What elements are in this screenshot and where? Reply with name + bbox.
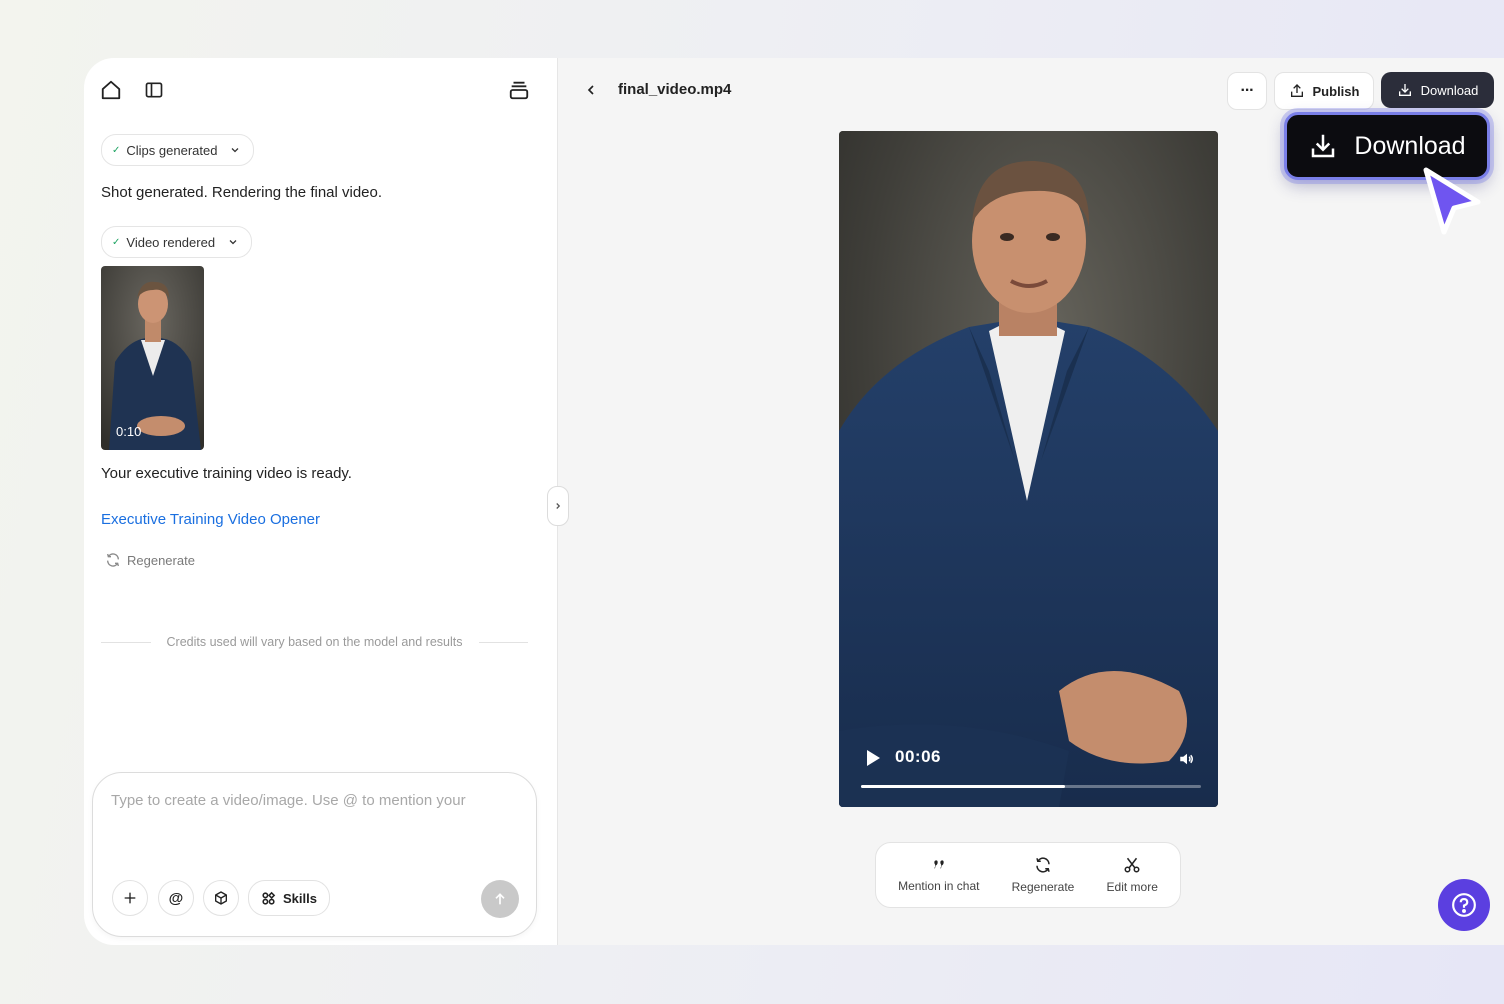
regenerate-video-button[interactable]: Regenerate — [1011, 856, 1075, 894]
download-icon — [1312, 134, 1335, 158]
composer: @ Skills — [92, 772, 537, 937]
video-thumbnail[interactable]: 0:10 — [101, 266, 204, 450]
share-upload-icon — [1290, 84, 1303, 97]
edit-more-button[interactable]: Edit more — [1107, 856, 1158, 894]
download-callout-label: Download — [1354, 131, 1466, 160]
mention-button[interactable]: @ — [158, 880, 194, 916]
chevron-left-icon — [587, 85, 594, 95]
publish-label: Publish — [1312, 83, 1360, 99]
check-icon: ✓ — [112, 144, 121, 156]
plus-icon — [124, 892, 136, 904]
edit-more-label: Edit more — [1106, 880, 1158, 894]
executive-training-link[interactable]: Executive Training Video Opener — [101, 511, 320, 528]
skills-button[interactable]: Skills — [248, 880, 330, 916]
panel-collapse-handle[interactable] — [547, 486, 569, 526]
more-horizontal-icon: ··· — [1240, 82, 1255, 99]
help-button[interactable] — [1438, 879, 1490, 931]
check-icon: ✓ — [112, 236, 121, 248]
model-select-button[interactable] — [203, 880, 239, 916]
chat-panel: ✓ Clips generated Shot generated. Render… — [84, 58, 558, 945]
prompt-input[interactable] — [109, 791, 513, 810]
mention-in-chat-label: Mention in chat — [898, 879, 980, 893]
play-button[interactable] — [865, 749, 881, 772]
volume-icon — [1180, 753, 1193, 765]
video-player[interactable]: 00:06 — [839, 131, 1218, 807]
chevron-down-icon — [229, 240, 237, 245]
question-mark-icon — [1452, 893, 1476, 917]
divider — [101, 641, 151, 643]
clips-generated-chip[interactable]: ✓ Clips generated — [101, 134, 255, 166]
regenerate-video-label: Regenerate — [1011, 880, 1075, 894]
history-stack-icon[interactable] — [505, 76, 533, 104]
home-icon[interactable] — [97, 76, 125, 104]
download-button[interactable]: Download — [1381, 72, 1494, 108]
quote-icon — [934, 860, 944, 869]
at-sign-icon: @ — [168, 889, 184, 907]
thumbnail-duration: 0:10 — [116, 424, 142, 439]
chevron-down-icon — [232, 148, 239, 153]
back-button[interactable] — [580, 78, 602, 102]
divider — [478, 641, 529, 643]
more-options-button[interactable]: ··· — [1227, 72, 1267, 110]
volume-button[interactable] — [1177, 750, 1197, 773]
app-window: ✓ Clips generated Shot generated. Render… — [84, 58, 1504, 945]
video-rendered-label: Video rendered — [126, 234, 216, 250]
send-button[interactable] — [481, 880, 519, 918]
publish-button[interactable]: Publish — [1274, 72, 1374, 110]
refresh-icon — [106, 553, 120, 567]
video-current-time: 00:06 — [895, 747, 941, 766]
credits-note-text: Credits used will vary based on the mode… — [166, 635, 463, 649]
file-title: final_video.mp4 — [618, 81, 732, 98]
shot-generated-message: Shot generated. Rendering the final vide… — [101, 184, 383, 201]
clips-generated-label: Clips generated — [126, 142, 218, 158]
refresh-icon — [1036, 857, 1050, 873]
video-actions-bar: Mention in chat Regenerate Edit more — [875, 842, 1181, 908]
download-icon — [1398, 84, 1411, 96]
video-progress-bar[interactable] — [861, 785, 1201, 788]
credits-note: Credits used will vary based on the mode… — [101, 635, 529, 649]
cube-icon — [215, 891, 227, 905]
add-attachment-button[interactable] — [112, 880, 148, 916]
mention-in-chat-button[interactable]: Mention in chat — [898, 857, 979, 893]
cursor-pointer-icon — [1420, 164, 1484, 243]
play-icon — [867, 750, 880, 766]
regenerate-message-button[interactable]: Regenerate — [105, 552, 195, 568]
video-progress-fill — [861, 785, 1065, 788]
video-rendered-chip[interactable]: ✓ Video rendered — [101, 226, 253, 258]
arrow-up-icon — [495, 893, 505, 905]
regenerate-label: Regenerate — [127, 552, 195, 568]
skills-grid-icon — [262, 891, 276, 905]
chevron-right-icon — [556, 503, 561, 509]
skills-label: Skills — [283, 890, 317, 906]
scissors-icon — [1124, 857, 1140, 873]
video-ready-message: Your executive training video is ready. — [101, 465, 352, 482]
sidebar-toggle-icon[interactable] — [140, 76, 168, 104]
download-label: Download — [1420, 82, 1479, 98]
